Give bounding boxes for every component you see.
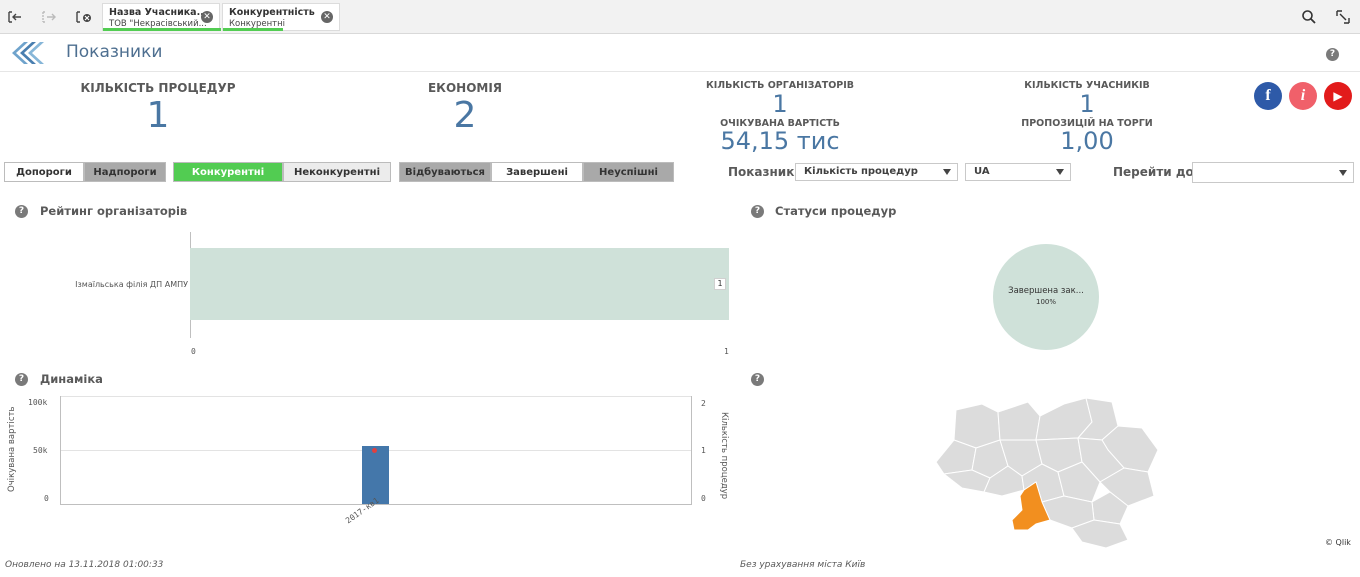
- selection-chip-participant[interactable]: Назва Учасника... ТОВ "Некрасівський... …: [102, 3, 221, 31]
- clear-selections-icon[interactable]: [72, 6, 96, 28]
- chevron-down-icon: [1056, 169, 1064, 175]
- chevron-down-icon: [943, 169, 951, 175]
- step-back-icon[interactable]: [4, 6, 28, 28]
- y-axis: [60, 396, 61, 504]
- kpi-participants-value: 1: [1079, 90, 1095, 118]
- close-icon[interactable]: ✕: [321, 11, 333, 23]
- y-tick-100k: 100k: [28, 398, 48, 407]
- kpi-procedures-value: 1: [146, 95, 170, 136]
- kpi-organizers-value: 1: [772, 90, 788, 118]
- chip-title: Конкурентність: [229, 7, 315, 18]
- gridline: [60, 396, 692, 397]
- app-logo-icon: [8, 39, 50, 71]
- y-tick-50k: 50k: [33, 446, 48, 455]
- filter-above-threshold-button[interactable]: Надпороги: [84, 162, 166, 182]
- map-region[interactable]: [953, 403, 1001, 449]
- help-icon[interactable]: ?: [751, 373, 764, 386]
- filter-completed-button[interactable]: Завершені: [491, 162, 583, 182]
- updated-timestamp: Оновлено на 13.11.2018 01:00:33: [5, 560, 164, 570]
- region-dropdown-value: UA: [974, 166, 990, 177]
- rating-category-label: Ізмаїльська філія ДП АМПУ: [75, 280, 188, 289]
- app-root: Назва Учасника... ТОВ "Некрасівський... …: [0, 0, 1360, 577]
- y-tick-0: 0: [44, 494, 49, 503]
- region-dropdown[interactable]: UA: [965, 163, 1071, 181]
- statuses-panel-title: Статуси процедур: [775, 204, 897, 218]
- selections-tool-icon[interactable]: [1331, 6, 1355, 28]
- filter-failed-button[interactable]: Неуспішні: [583, 162, 674, 182]
- indicator-label: Показник: [728, 165, 795, 179]
- page-title: Показники: [66, 42, 163, 62]
- rating-x-tick-1: 1: [724, 347, 729, 356]
- y2-tick-1: 1: [701, 446, 706, 455]
- chip-title: Назва Учасника...: [109, 7, 208, 18]
- facebook-icon[interactable]: f: [1254, 82, 1282, 110]
- y2-tick-2: 2: [701, 399, 706, 408]
- dynamics-panel-title: Динаміка: [40, 372, 103, 386]
- goto-label: Перейти до: [1113, 165, 1194, 179]
- rating-bar[interactable]: [190, 248, 729, 320]
- chip-state-bar: [103, 28, 221, 31]
- search-icon[interactable]: [1297, 6, 1321, 28]
- youtube-icon[interactable]: ▶: [1324, 82, 1352, 110]
- sheet-title-bar: Показники ?: [0, 34, 1360, 72]
- chevron-down-icon: [1339, 170, 1347, 176]
- rating-x-tick-0: 0: [191, 347, 196, 356]
- kpi-expected-value: 54,15 тис: [720, 127, 840, 155]
- pie-slice-percent: 100%: [1035, 298, 1056, 306]
- goto-dropdown[interactable]: [1192, 162, 1354, 183]
- indicator-dropdown-value: Кількість процедур: [804, 166, 918, 177]
- pie-slice-completed[interactable]: [993, 244, 1099, 350]
- qlik-credit: © Qlik: [1325, 538, 1351, 547]
- selection-chip-competitiveness[interactable]: Конкурентність Конкурентні ✕: [222, 3, 340, 31]
- step-forward-icon[interactable]: [38, 6, 62, 28]
- help-icon[interactable]: ?: [1326, 48, 1339, 61]
- map-footnote: Без урахування міста Київ: [740, 560, 866, 570]
- filter-noncompetitive-button[interactable]: Неконкурентні: [283, 162, 391, 182]
- y2-axis: [691, 396, 692, 504]
- close-icon[interactable]: ✕: [201, 11, 213, 23]
- kpi-procedures-label: КІЛЬКІСТЬ ПРОЦЕДУР: [80, 81, 236, 95]
- y-axis-label: Очікувана вартість: [7, 406, 17, 493]
- dynamics-point-procedures[interactable]: [372, 447, 377, 453]
- filter-competitive-button[interactable]: Конкурентні: [173, 162, 283, 182]
- map-svg: [935, 397, 1159, 549]
- map-region[interactable]: [997, 401, 1041, 441]
- help-icon[interactable]: ?: [751, 205, 764, 218]
- info-icon[interactable]: i: [1289, 82, 1317, 110]
- selections-bar: Назва Учасника... ТОВ "Некрасівський... …: [0, 0, 1360, 34]
- kpi-economy-label: ЕКОНОМІЯ: [427, 81, 503, 95]
- indicator-dropdown[interactable]: Кількість процедур: [795, 163, 958, 181]
- y2-tick-0: 0: [701, 494, 706, 503]
- kpi-economy-value: 2: [453, 95, 477, 136]
- chip-state-bar: [223, 28, 283, 31]
- pie-slice-label: Завершена зак...: [1008, 286, 1084, 296]
- rating-bar-data-label: 1: [714, 278, 726, 290]
- filter-ongoing-button[interactable]: Відбуваються: [399, 162, 491, 182]
- y2-axis-label: Кількість процедур: [719, 412, 729, 500]
- help-icon[interactable]: ?: [15, 205, 28, 218]
- ukraine-map: [932, 392, 1164, 550]
- help-icon[interactable]: ?: [15, 373, 28, 386]
- kpi-proposals-value: 1,00: [1060, 127, 1114, 155]
- filter-below-threshold-button[interactable]: Допороги: [4, 162, 84, 182]
- statuses-pie-svg: [993, 244, 1099, 350]
- rating-panel-title: Рейтинг організаторів: [40, 204, 188, 218]
